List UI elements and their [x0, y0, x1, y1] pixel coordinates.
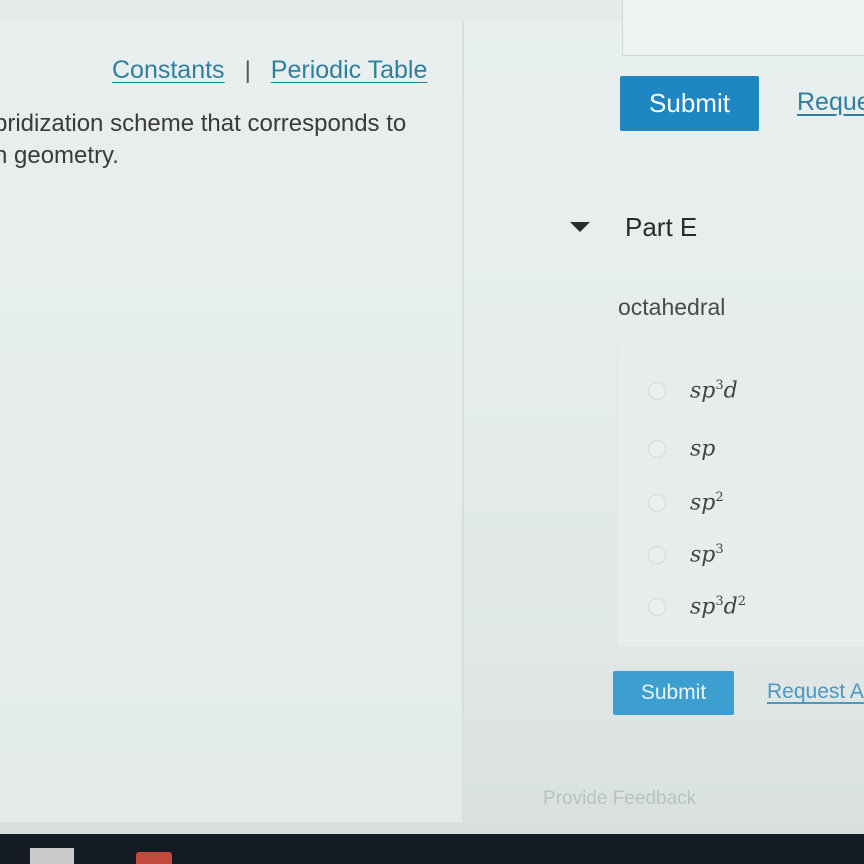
option-label: sp3d: [690, 378, 738, 404]
previous-part-submit-button[interactable]: Submit: [620, 76, 759, 131]
option-sp3d[interactable]: sp3d: [648, 378, 738, 403]
os-taskbar: [0, 834, 864, 864]
instructions-line-2: n geometry.: [0, 142, 119, 169]
constants-link[interactable]: Constants: [112, 56, 225, 85]
app-icon[interactable]: [136, 852, 172, 864]
option-label: sp3d2: [690, 594, 747, 620]
geometry-prompt: octahedral: [618, 294, 726, 320]
radio-button[interactable]: [648, 597, 666, 616]
link-separator: |: [244, 56, 251, 84]
option-sp3[interactable]: sp3: [648, 542, 724, 567]
option-sp3d2[interactable]: sp3d2: [648, 594, 746, 619]
provide-feedback-link[interactable]: Provide Feedback: [543, 788, 696, 810]
collapse-caret-icon[interactable]: [570, 222, 590, 232]
radio-button[interactable]: [648, 545, 666, 564]
previous-part-request-answer-link[interactable]: Reque: [797, 88, 864, 117]
mail-icon[interactable]: [30, 848, 74, 864]
option-label: sp: [690, 436, 716, 462]
part-e-title: Part E: [625, 212, 698, 242]
option-label: sp2: [690, 490, 724, 516]
previous-answer-box: [622, 0, 864, 56]
option-label: sp3: [690, 542, 724, 568]
problem-instructions: pridization scheme that corresponds to n…: [0, 108, 464, 172]
radio-button[interactable]: [648, 381, 666, 400]
option-sp2[interactable]: sp2: [648, 490, 724, 515]
radio-button[interactable]: [648, 439, 666, 458]
option-sp[interactable]: sp: [648, 436, 715, 461]
periodic-table-link[interactable]: Periodic Table: [271, 56, 428, 85]
part-e-request-answer-link[interactable]: Request A: [767, 680, 864, 704]
resource-links: Constants | Periodic Table: [112, 56, 427, 85]
radio-button[interactable]: [648, 493, 666, 512]
part-e-submit-button[interactable]: Submit: [613, 671, 734, 715]
instructions-line-1: pridization scheme that corresponds to: [0, 110, 407, 137]
